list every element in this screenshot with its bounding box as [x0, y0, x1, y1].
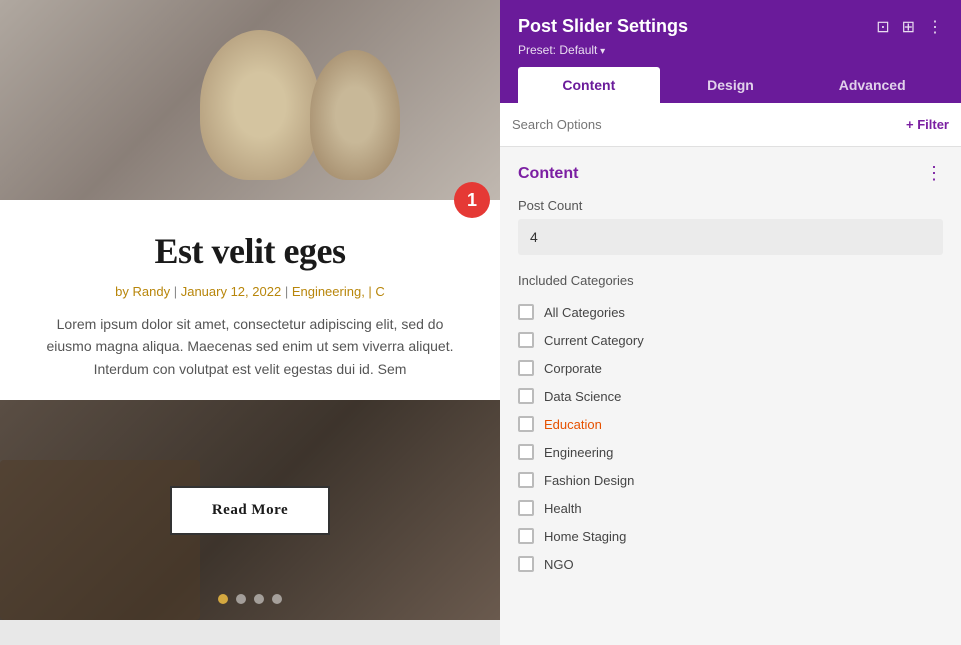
- category-name-education: Education: [544, 417, 602, 432]
- panel-tabs: Content Design Advanced: [518, 67, 943, 103]
- panel-body: Content ⋮ Post Count Included Categories…: [500, 147, 961, 645]
- category-home-staging[interactable]: Home Staging: [518, 522, 943, 550]
- category-name-all: All Categories: [544, 305, 625, 320]
- checkbox-fashion[interactable]: [518, 472, 534, 488]
- preview-meta: by Randy | January 12, 2022 | Engineerin…: [40, 284, 460, 299]
- section-menu-icon[interactable]: ⋮: [925, 163, 943, 184]
- post-count-input[interactable]: [518, 219, 943, 255]
- category-name-health: Health: [544, 501, 582, 516]
- preview-bottom-image: Read More: [0, 400, 500, 620]
- category-all[interactable]: All Categories: [518, 298, 943, 326]
- checkbox-engineering[interactable]: [518, 444, 534, 460]
- post-count-label: Post Count: [518, 198, 943, 213]
- category-name-fashion: Fashion Design: [544, 473, 634, 488]
- checkbox-corporate[interactable]: [518, 360, 534, 376]
- checkbox-education[interactable]: [518, 416, 534, 432]
- read-more-button[interactable]: Read More: [170, 486, 330, 535]
- category-name-data-science: Data Science: [544, 389, 621, 404]
- section-title: Content: [518, 165, 578, 183]
- category-name-home-staging: Home Staging: [544, 529, 626, 544]
- category-name-current: Current Category: [544, 333, 644, 348]
- separator-2: |: [285, 284, 292, 299]
- dot-2[interactable]: [236, 594, 246, 604]
- search-bar: + Filter: [500, 103, 961, 147]
- dot-1[interactable]: [218, 594, 228, 604]
- checkbox-data-science[interactable]: [518, 388, 534, 404]
- section-header: Content ⋮: [518, 163, 943, 184]
- preview-top-image: [0, 0, 500, 200]
- tab-design[interactable]: Design: [660, 67, 802, 103]
- category-corporate[interactable]: Corporate: [518, 354, 943, 382]
- dot-3[interactable]: [254, 594, 264, 604]
- dot-4[interactable]: [272, 594, 282, 604]
- grid-icon[interactable]: ⊞: [902, 17, 915, 37]
- checkbox-ngo[interactable]: [518, 556, 534, 572]
- checkbox-home-staging[interactable]: [518, 528, 534, 544]
- checkbox-health[interactable]: [518, 500, 534, 516]
- category-current[interactable]: Current Category: [518, 326, 943, 354]
- category-engineering[interactable]: Engineering: [518, 438, 943, 466]
- checkbox-current[interactable]: [518, 332, 534, 348]
- header-icons: ⊡ ⊞ ⋮: [876, 17, 943, 37]
- preview-title: Est velit eges: [40, 230, 460, 272]
- tab-advanced[interactable]: Advanced: [801, 67, 943, 103]
- notification-badge: 1: [454, 182, 490, 218]
- panel-title: Post Slider Settings: [518, 16, 688, 37]
- settings-panel: Post Slider Settings ⊡ ⊞ ⋮ Preset: Defau…: [500, 0, 961, 645]
- panel-header: Post Slider Settings ⊡ ⊞ ⋮ Preset: Defau…: [500, 0, 961, 103]
- preview-area: 1 Est velit eges by Randy | January 12, …: [0, 0, 500, 645]
- category-name-corporate: Corporate: [544, 361, 602, 376]
- category-name-engineering: Engineering: [544, 445, 613, 460]
- preview-content: 1 Est velit eges by Randy | January 12, …: [0, 200, 500, 400]
- panel-header-top: Post Slider Settings ⊡ ⊞ ⋮: [518, 16, 943, 37]
- checkbox-all[interactable]: [518, 304, 534, 320]
- categories-label: Included Categories: [518, 273, 943, 288]
- category-name-ngo: NGO: [544, 557, 574, 572]
- slider-dots: [218, 594, 282, 604]
- search-input[interactable]: [512, 117, 906, 132]
- category-fashion[interactable]: Fashion Design: [518, 466, 943, 494]
- author-text: by Randy: [115, 284, 170, 299]
- preset-selector[interactable]: Preset: Default: [518, 43, 943, 57]
- date-text: January 12, 2022: [181, 284, 281, 299]
- preview-body-text: Lorem ipsum dolor sit amet, consectetur …: [40, 313, 460, 380]
- more-icon[interactable]: ⋮: [927, 17, 943, 37]
- category-ngo[interactable]: NGO: [518, 550, 943, 578]
- category-health[interactable]: Health: [518, 494, 943, 522]
- separator-1: |: [174, 284, 181, 299]
- expand-icon[interactable]: ⊡: [876, 17, 889, 37]
- category-education[interactable]: Education: [518, 410, 943, 438]
- filter-button[interactable]: + Filter: [906, 117, 949, 132]
- tab-content[interactable]: Content: [518, 67, 660, 103]
- category-text: Engineering, | C: [292, 284, 385, 299]
- category-data-science[interactable]: Data Science: [518, 382, 943, 410]
